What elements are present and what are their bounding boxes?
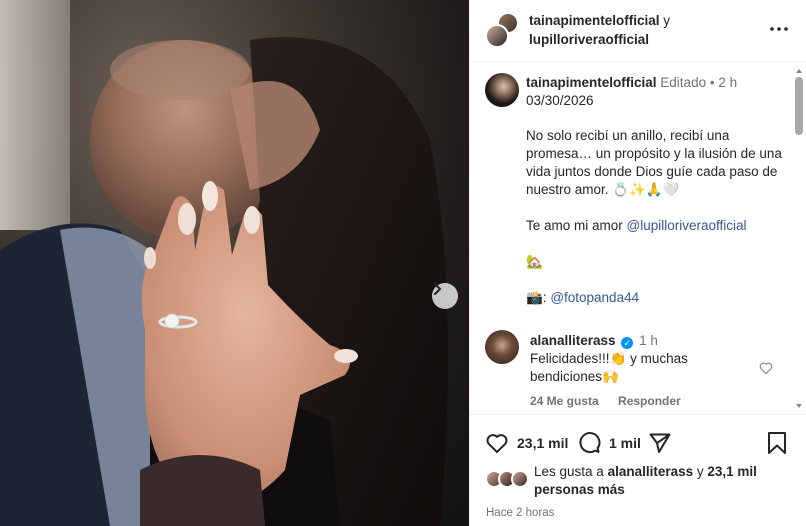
avatar[interactable]: [485, 330, 519, 364]
scrollbar-thumb[interactable]: [795, 77, 803, 135]
comment-like-heart-icon[interactable]: [758, 360, 774, 376]
comment-emoji: 🙌: [602, 369, 619, 384]
avatar[interactable]: [485, 24, 509, 48]
post-side-panel: tainapimentelofficial y lupilloriveraoff…: [469, 0, 806, 526]
bookmark-icon: [768, 432, 786, 454]
next-media-button[interactable]: [432, 283, 458, 309]
comment-count: 1 mil: [609, 435, 641, 451]
account-link[interactable]: lupilloriveraofficial: [529, 32, 649, 47]
liked-by-avatars[interactable]: [485, 470, 533, 490]
caption-header: tainapimentelofficial Editado • 2 h: [526, 74, 786, 92]
engagement-ring-photo: [0, 0, 448, 526]
comment-meta: 24 Me gusta Responder: [530, 394, 697, 408]
verified-badge-icon: ✓: [621, 337, 634, 349]
comment-username[interactable]: alanalliterass: [530, 333, 616, 348]
comment-likes[interactable]: 24 Me gusta: [530, 394, 599, 408]
like-button[interactable]: 23,1 mil: [485, 430, 568, 456]
liked-by-suffix: y: [693, 464, 708, 479]
comment-text: Felicidades!!!👏 y muchas bendiciones🙌: [530, 350, 740, 386]
love-line: Te amo mi amor: [526, 218, 627, 233]
avatar[interactable]: [511, 470, 529, 488]
post-header: tainapimentelofficial y lupilloriveraoff…: [470, 0, 806, 62]
caption-age[interactable]: 2 h: [718, 75, 737, 90]
more-horizontal-icon: [770, 27, 788, 31]
like-count: 23,1 mil: [517, 435, 569, 451]
reply-button[interactable]: Responder: [618, 394, 681, 408]
post-media[interactable]: [0, 0, 469, 526]
house-emoji: 🏡: [526, 254, 543, 269]
mention-link[interactable]: @lupilloriveraofficial: [627, 218, 747, 233]
caption-body: No solo recibí un anillo, recibí una pro…: [526, 127, 791, 307]
edited-label: Editado: [660, 75, 707, 90]
collab-names: tainapimentelofficial y lupilloriveraoff…: [529, 11, 759, 49]
share-button[interactable]: [648, 430, 680, 456]
more-options-button[interactable]: [767, 17, 791, 41]
scroll-down-arrow-icon[interactable]: [796, 404, 802, 408]
comments-scroll-area[interactable]: tainapimentelofficial Editado • 2 h 03/3…: [470, 63, 806, 414]
heart-icon: [486, 434, 508, 453]
liked-by-user[interactable]: alanalliterass: [608, 464, 694, 479]
comment-header: alanalliterass ✓ 1 h: [530, 332, 658, 350]
mention-link[interactable]: @fotopanda44: [550, 290, 639, 305]
camera-emoji: 📸:: [526, 290, 551, 305]
liked-by-prefix: Les gusta a: [534, 464, 608, 479]
account-link[interactable]: tainapimentelofficial: [529, 13, 660, 28]
collab-avatars[interactable]: [485, 12, 521, 48]
comments-scrollbar[interactable]: [794, 63, 804, 414]
avatar[interactable]: [485, 73, 519, 107]
chevron-right-icon: [434, 283, 442, 295]
caption-emojis: 💍✨🙏🤍: [612, 182, 680, 197]
comment-button[interactable]: 1 mil: [577, 430, 641, 456]
comment-bubble-icon: [579, 432, 601, 454]
collab-connector: y: [663, 13, 671, 28]
post-actions: 23,1 mil 1 mil Les gusta a alanalliteras…: [470, 414, 806, 526]
save-button[interactable]: [766, 430, 796, 456]
send-paper-plane-icon: [649, 433, 671, 453]
scroll-up-arrow-icon[interactable]: [796, 69, 802, 73]
post-time-ago[interactable]: Hace 2 horas: [486, 507, 554, 519]
separator: •: [709, 75, 715, 90]
caption-date: 03/30/2026: [526, 93, 594, 108]
comment-age[interactable]: 1 h: [639, 333, 658, 348]
caption-username[interactable]: tainapimentelofficial: [526, 75, 657, 90]
liked-by-text: Les gusta a alanalliterass y 23,1 mil pe…: [534, 463, 774, 499]
